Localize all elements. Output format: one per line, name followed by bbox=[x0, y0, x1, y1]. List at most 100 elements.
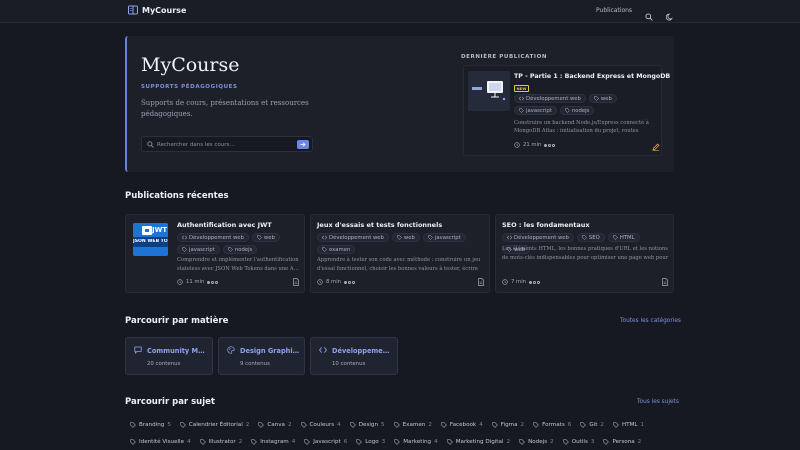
document-icon[interactable] bbox=[477, 278, 485, 286]
tag-developpement-web[interactable]: Développement web bbox=[177, 233, 249, 242]
code-icon bbox=[322, 235, 327, 240]
all-topics-link[interactable]: Tous les sujets bbox=[637, 399, 679, 405]
tag-icon bbox=[563, 439, 569, 445]
card-tags: Développement web web javascript examen bbox=[317, 233, 485, 254]
chat-icon bbox=[134, 346, 142, 354]
tag-examen[interactable]: examen bbox=[317, 245, 356, 254]
new-badge: NEW bbox=[514, 85, 529, 92]
topic-logo[interactable]: Logo 3 bbox=[356, 439, 385, 445]
reading-time: 11 min bbox=[186, 279, 205, 285]
tag-icon bbox=[228, 247, 233, 252]
clock-icon bbox=[502, 279, 508, 285]
tag-icon bbox=[580, 422, 587, 428]
tag-javascript[interactable]: javascript bbox=[177, 245, 220, 254]
card-description: Comprendre et implémenter l'authentifica… bbox=[177, 257, 299, 272]
latest-publication-label: DERNIÈRE PUBLICATION bbox=[461, 54, 548, 60]
tag-icon bbox=[356, 439, 363, 445]
tag-icon bbox=[180, 422, 186, 428]
publication-card[interactable]: Jeux d'essais et tests fonctionnels Déve… bbox=[310, 214, 490, 293]
topic-javascript[interactable]: Javascript 6 bbox=[304, 439, 347, 445]
tag-icon bbox=[300, 422, 307, 428]
search-icon bbox=[147, 141, 154, 148]
card-meta: 7 min bbox=[502, 279, 541, 285]
topic-identite-visuelle[interactable]: Identité Visuelle 4 bbox=[130, 439, 191, 445]
publication-card[interactable]: SEO : les fondamentaux Développement web… bbox=[495, 214, 674, 293]
topic-marketing[interactable]: Marketing 4 bbox=[394, 439, 438, 445]
pencil-icon[interactable] bbox=[652, 143, 660, 151]
reading-time: 8 min bbox=[326, 279, 342, 285]
tag-seo[interactable]: SEO bbox=[576, 233, 605, 242]
hero-description: Supports de cours, présentations et ress… bbox=[141, 99, 309, 118]
tag-javascript[interactable]: javascript bbox=[514, 106, 557, 115]
recent-section-title: Publications récentes bbox=[125, 191, 229, 201]
difficulty-dots bbox=[544, 143, 556, 147]
search-submit-button[interactable] bbox=[297, 139, 309, 149]
card-description: Les éléments HTML, les bonnes pratiques … bbox=[502, 246, 669, 261]
arrow-right-icon bbox=[300, 141, 306, 147]
latest-tags: Développement web web javascript nodejs bbox=[514, 94, 659, 115]
topic-examen[interactable]: Examen 2 bbox=[393, 422, 432, 428]
category-card-design-graphique[interactable]: Design Graphique 9 contenus bbox=[218, 337, 305, 375]
topic-couleurs[interactable]: Couleurs 4 bbox=[300, 422, 341, 428]
category-card-developpement[interactable]: Développement … 10 contenus bbox=[310, 337, 398, 375]
hero-title: MyCourse bbox=[141, 54, 240, 76]
document-icon[interactable] bbox=[661, 278, 669, 286]
brand-logo[interactable]: MyCourse bbox=[128, 5, 186, 15]
topic-facebook[interactable]: Facebook 4 bbox=[441, 422, 483, 428]
topic-calendrier-editorial[interactable]: Calendrier Éditorial 2 bbox=[180, 422, 249, 428]
tag-html[interactable]: HTML bbox=[607, 233, 640, 242]
topic-figma[interactable]: Figma 2 bbox=[492, 422, 524, 428]
tag-developpement-web[interactable]: Développement web bbox=[502, 233, 574, 242]
topic-instagram[interactable]: Instagram 4 bbox=[251, 439, 295, 445]
document-icon[interactable] bbox=[292, 278, 300, 286]
latest-publication-card[interactable]: TP - Partie 1 : Backend Express et Mongo… bbox=[463, 65, 670, 156]
topic-illustrator[interactable]: Illustrator 2 bbox=[199, 439, 242, 445]
tag-developpement-web[interactable]: Développement web bbox=[317, 233, 389, 242]
search-input[interactable] bbox=[157, 139, 287, 150]
publication-card[interactable]: JWT JSON WEB TOKEN Authentification avec… bbox=[125, 214, 305, 293]
topic-html[interactable]: HTML 1 bbox=[613, 422, 644, 428]
course-search bbox=[141, 136, 313, 152]
tag-web[interactable]: web bbox=[391, 233, 420, 242]
tag-icon bbox=[492, 422, 498, 428]
topic-persona[interactable]: Persona 2 bbox=[603, 439, 641, 445]
jwt-thumb-caption: JSON WEB TOKEN bbox=[133, 239, 168, 244]
tag-icon bbox=[428, 235, 433, 240]
tag-nodejs[interactable]: nodejs bbox=[222, 245, 258, 254]
tag-icon bbox=[350, 422, 356, 428]
topics-section-title: Parcourir par sujet bbox=[125, 397, 215, 407]
all-categories-link[interactable]: Toutes les catégories bbox=[620, 318, 681, 324]
tag-nodejs[interactable]: nodejs bbox=[559, 106, 595, 115]
topics-row-2: Identité Visuelle 4 Illustrator 2 Instagra… bbox=[130, 439, 690, 445]
topic-formats[interactable]: Formats 6 bbox=[533, 422, 571, 428]
clock-icon bbox=[317, 279, 323, 285]
topic-branding[interactable]: Branding 5 bbox=[130, 422, 171, 428]
tag-web[interactable]: web bbox=[588, 94, 617, 103]
tag-icon bbox=[130, 422, 136, 428]
tag-icon bbox=[258, 422, 265, 428]
card-meta: 8 min bbox=[317, 279, 356, 285]
topic-outils[interactable]: Outils 3 bbox=[563, 439, 594, 445]
tag-icon bbox=[322, 247, 327, 252]
tag-icon bbox=[393, 422, 400, 428]
category-name: Design Graphique bbox=[240, 347, 300, 355]
top-navbar: MyCourse Publications bbox=[0, 0, 800, 23]
topics-row-1: Branding 5 Calendrier Éditorial 2 Canva 2 C… bbox=[130, 422, 690, 428]
tag-developpement-web[interactable]: Développement web bbox=[514, 94, 586, 103]
tag-web[interactable]: web bbox=[251, 233, 280, 242]
search-icon[interactable] bbox=[645, 6, 655, 21]
moon-icon[interactable] bbox=[665, 6, 676, 21]
tag-icon bbox=[394, 439, 401, 445]
tag-javascript[interactable]: javascript bbox=[422, 233, 466, 242]
topic-canva[interactable]: Canva 2 bbox=[258, 422, 292, 428]
nav-link-publications[interactable]: Publications bbox=[596, 7, 632, 14]
latest-title: TP - Partie 1 : Backend Express et Mongo… bbox=[514, 73, 671, 80]
category-name: Community Man… bbox=[147, 347, 207, 355]
latest-description: Construire un backend Node.js/Express co… bbox=[514, 120, 649, 134]
topic-git[interactable]: Git 2 bbox=[580, 422, 604, 428]
category-card-community-management[interactable]: Community Man… 20 contenus bbox=[125, 337, 213, 375]
tag-icon bbox=[519, 108, 524, 113]
topic-design[interactable]: Design 5 bbox=[350, 422, 385, 428]
topic-nodejs[interactable]: Nodejs 2 bbox=[519, 439, 554, 445]
topic-marketing-digital[interactable]: Marketing Digital 2 bbox=[446, 439, 510, 445]
